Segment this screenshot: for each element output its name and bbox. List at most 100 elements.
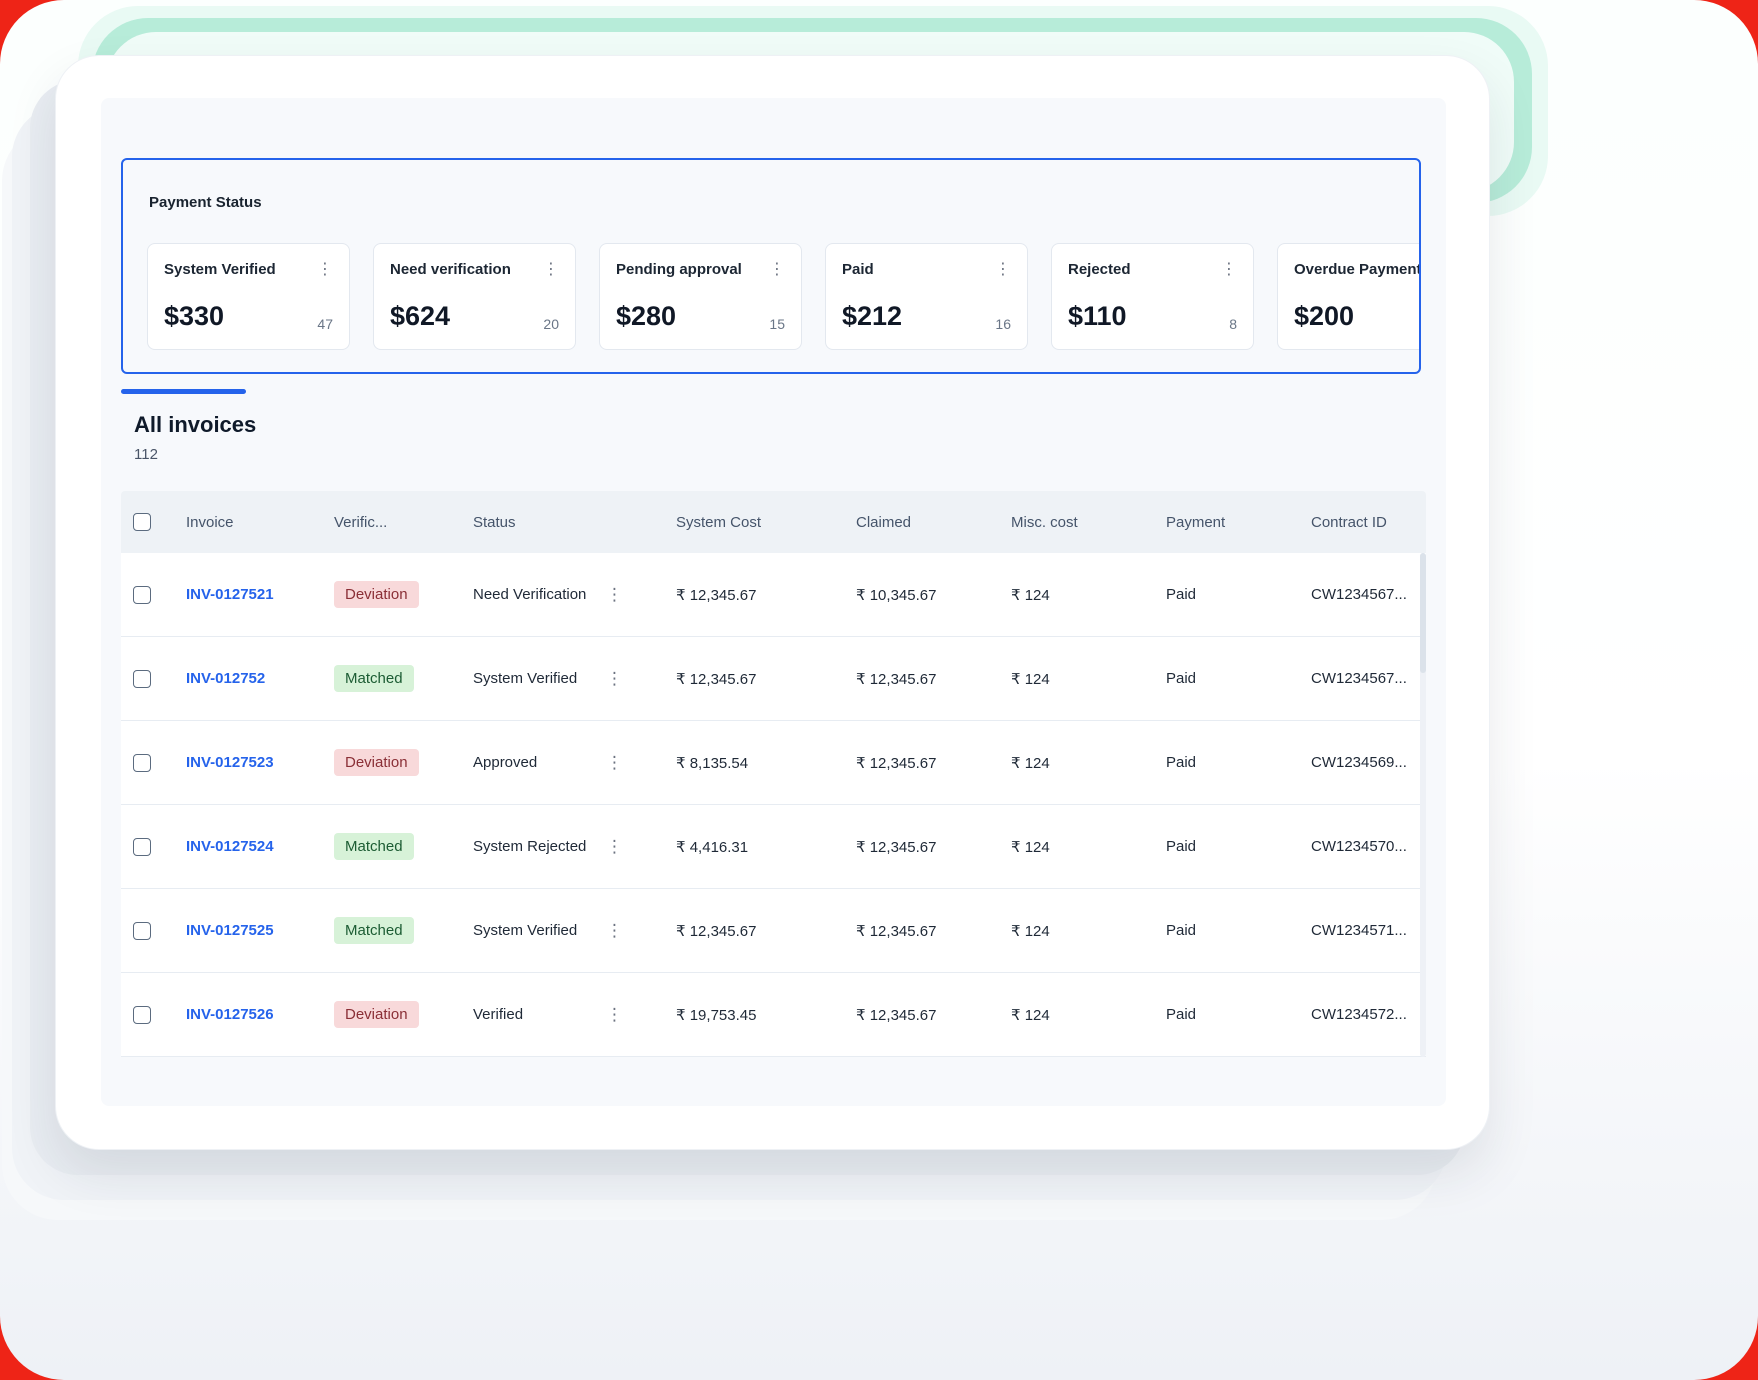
- verification-badge: Deviation: [334, 581, 419, 608]
- kebab-menu-icon[interactable]: ⋮: [606, 754, 623, 771]
- misc-cost-value: ₹ 124: [994, 670, 1149, 688]
- kebab-menu-icon[interactable]: ⋮: [995, 262, 1011, 278]
- misc-cost-value: ₹ 124: [994, 1006, 1149, 1024]
- payment-value: Paid: [1149, 922, 1294, 939]
- row-checkbox[interactable]: [133, 586, 151, 604]
- kebab-menu-icon[interactable]: ⋮: [317, 262, 333, 278]
- table-row: INV-0127524 Matched System Rejected ⋮ ₹ …: [121, 805, 1426, 889]
- active-tab-indicator: [121, 389, 246, 394]
- kebab-menu-icon[interactable]: ⋮: [606, 586, 623, 603]
- page-title: All invoices: [134, 412, 256, 438]
- status-text: System Verified: [473, 670, 577, 687]
- contract-id-value: CW1234571...: [1294, 922, 1426, 939]
- kebab-menu-icon[interactable]: ⋮: [769, 262, 785, 278]
- payment-value: Paid: [1149, 586, 1294, 603]
- kebab-menu-icon[interactable]: ⋮: [1221, 262, 1237, 278]
- system-cost-value: ₹ 4,416.31: [659, 838, 839, 856]
- row-checkbox[interactable]: [133, 670, 151, 688]
- kebab-menu-icon[interactable]: ⋮: [543, 262, 559, 278]
- column-header-claimed: Claimed: [839, 514, 994, 531]
- contract-id-value: CW1234569...: [1294, 754, 1426, 771]
- status-card-count: 16: [995, 316, 1011, 332]
- table-scrollbar[interactable]: [1420, 553, 1426, 1057]
- kebab-menu-icon[interactable]: ⋮: [606, 838, 623, 855]
- status-card-label: Paid: [842, 261, 874, 278]
- status-card-system-verified[interactable]: System Verified ⋮ $330 47: [147, 243, 350, 350]
- invoice-link[interactable]: INV-0127525: [186, 922, 274, 939]
- kebab-menu-icon[interactable]: ⋮: [606, 670, 623, 687]
- claimed-value: ₹ 10,345.67: [839, 586, 994, 604]
- status-card-amount: $280: [616, 301, 676, 332]
- claimed-value: ₹ 12,345.67: [839, 754, 994, 772]
- status-card-rejected[interactable]: Rejected ⋮ $110 8: [1051, 243, 1254, 350]
- invoice-link[interactable]: INV-0127526: [186, 1006, 274, 1023]
- status-text: Need Verification: [473, 586, 586, 603]
- claimed-value: ₹ 12,345.67: [839, 838, 994, 856]
- system-cost-value: ₹ 8,135.54: [659, 754, 839, 772]
- verification-badge: Matched: [334, 833, 414, 860]
- table-row: INV-012752 Matched System Verified ⋮ ₹ 1…: [121, 637, 1426, 721]
- system-cost-value: ₹ 12,345.67: [659, 670, 839, 688]
- status-card-overdue-payment[interactable]: Overdue Payment ⋮ $200: [1277, 243, 1421, 350]
- status-card-label: Rejected: [1068, 261, 1131, 278]
- status-text: Verified: [473, 1006, 523, 1023]
- status-card-paid[interactable]: Paid ⋮ $212 16: [825, 243, 1028, 350]
- status-card-pending-approval[interactable]: Pending approval ⋮ $280 15: [599, 243, 802, 350]
- misc-cost-value: ₹ 124: [994, 922, 1149, 940]
- claimed-value: ₹ 12,345.67: [839, 1006, 994, 1024]
- invoice-link[interactable]: INV-0127521: [186, 586, 274, 603]
- app-window: Payment Status System Verified ⋮ $330 47: [55, 55, 1490, 1150]
- verification-badge: Matched: [334, 917, 414, 944]
- table-row: INV-0127523 Deviation Approved ⋮ ₹ 8,135…: [121, 721, 1426, 805]
- claimed-value: ₹ 12,345.67: [839, 922, 994, 940]
- row-checkbox[interactable]: [133, 922, 151, 940]
- invoices-table: Invoice Verific... Status System Cost Cl…: [121, 491, 1426, 1057]
- verification-badge: Matched: [334, 665, 414, 692]
- status-card-label: Need verification: [390, 261, 511, 278]
- table-header-row: Invoice Verific... Status System Cost Cl…: [121, 491, 1426, 553]
- column-header-misc-cost: Misc. cost: [994, 514, 1149, 531]
- payment-value: Paid: [1149, 670, 1294, 687]
- table-scrollbar-thumb[interactable]: [1420, 553, 1426, 673]
- status-card-label: Pending approval: [616, 261, 742, 278]
- status-card-need-verification[interactable]: Need verification ⋮ $624 20: [373, 243, 576, 350]
- content-panel: Payment Status System Verified ⋮ $330 47: [101, 98, 1446, 1106]
- row-checkbox[interactable]: [133, 1006, 151, 1024]
- status-card-label: System Verified: [164, 261, 276, 278]
- row-checkbox[interactable]: [133, 838, 151, 856]
- column-header-verification: Verific...: [317, 514, 456, 531]
- select-all-checkbox[interactable]: [133, 513, 151, 531]
- invoice-link[interactable]: INV-012752: [186, 670, 265, 687]
- column-header-invoice: Invoice: [169, 514, 317, 531]
- row-checkbox[interactable]: [133, 754, 151, 772]
- status-text: System Verified: [473, 922, 577, 939]
- kebab-menu-icon[interactable]: ⋮: [606, 922, 623, 939]
- misc-cost-value: ₹ 124: [994, 838, 1149, 856]
- status-card-count: 8: [1229, 316, 1237, 332]
- kebab-menu-icon[interactable]: ⋮: [606, 1006, 623, 1023]
- status-card-count: 15: [769, 316, 785, 332]
- misc-cost-value: ₹ 124: [994, 754, 1149, 772]
- status-card-label: Overdue Payment: [1294, 261, 1421, 278]
- status-card-amount: $624: [390, 301, 450, 332]
- invoice-link[interactable]: INV-0127524: [186, 838, 274, 855]
- payment-value: Paid: [1149, 754, 1294, 771]
- status-card-count: 47: [317, 316, 333, 332]
- payment-status-title: Payment Status: [149, 194, 262, 211]
- status-card-amount: $330: [164, 301, 224, 332]
- status-text: Approved: [473, 754, 537, 771]
- verification-badge: Deviation: [334, 1001, 419, 1028]
- invoice-total-count: 112: [134, 446, 256, 463]
- contract-id-value: CW1234572...: [1294, 1006, 1426, 1023]
- status-card-amount: $200: [1294, 301, 1354, 332]
- verification-badge: Deviation: [334, 749, 419, 776]
- payment-value: Paid: [1149, 838, 1294, 855]
- system-cost-value: ₹ 12,345.67: [659, 922, 839, 940]
- payment-status-section: Payment Status System Verified ⋮ $330 47: [121, 158, 1421, 374]
- invoice-link[interactable]: INV-0127523: [186, 754, 274, 771]
- table-row: INV-0127526 Deviation Verified ⋮ ₹ 19,75…: [121, 973, 1426, 1057]
- table-row: INV-0127521 Deviation Need Verification …: [121, 553, 1426, 637]
- column-header-status: Status: [456, 514, 659, 531]
- column-header-payment: Payment: [1149, 514, 1294, 531]
- claimed-value: ₹ 12,345.67: [839, 670, 994, 688]
